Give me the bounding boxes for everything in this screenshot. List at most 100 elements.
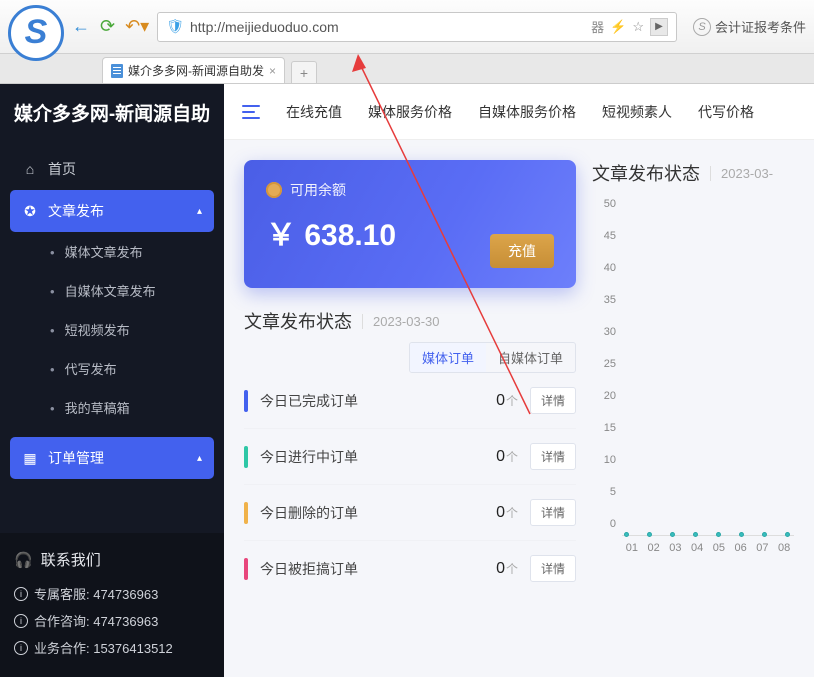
main: 在线充值 媒体服务价格 自媒体服务价格 短视频素人 代写价格 可用余额 ￥ 638.10…: [224, 84, 814, 677]
bolt-icon[interactable]: ⚡: [610, 19, 626, 35]
compass-icon: ✪: [22, 203, 38, 220]
data-point: [647, 532, 652, 537]
right-panel-title-row: 文章发布状态 2023-03-: [592, 160, 794, 186]
detail-button[interactable]: 详情: [530, 443, 576, 470]
shield-icon: 🛡: [166, 18, 184, 35]
y-tick: 0: [610, 518, 616, 530]
recharge-button[interactable]: 充值: [490, 234, 554, 268]
sidebar-subitem[interactable]: 媒体文章发布: [10, 232, 214, 271]
y-tick: 40: [604, 262, 616, 274]
y-tick: 10: [604, 454, 616, 466]
y-tick: 30: [604, 326, 616, 338]
chevron-up-icon: ▴: [197, 206, 202, 217]
status-panel: 文章发布状态 2023-03-30 媒体订单 自媒体订单 今日已完成订单0个详情…: [244, 308, 576, 596]
plot-area: [622, 216, 794, 536]
contact-row: i业务合作: 15376413512: [14, 634, 210, 661]
info-icon: i: [14, 614, 28, 628]
balance-amount: ￥ 638.10: [266, 210, 396, 254]
browser-toolbar: S ← ⟳ ↶▾ 🛡 http://meijieduoduo.com 器 ⚡ ☆…: [0, 0, 814, 54]
nav-buttons: ← ⟳ ↶▾: [72, 16, 149, 37]
balance-label-row: 可用余额: [266, 180, 396, 200]
balance-card: 可用余额 ￥ 638.10 充值: [244, 160, 576, 288]
topnav-item[interactable]: 在线充值: [286, 102, 342, 122]
chart: 05101520253035404550 0102030405060708: [592, 186, 794, 566]
page-icon: [111, 64, 123, 78]
order-row: 今日已完成订单0个详情: [244, 373, 576, 429]
sidebar-item-label: 订单管理: [48, 448, 104, 468]
x-tick: 03: [666, 542, 686, 554]
side-search-text: 会计证报考条件: [715, 17, 806, 36]
url-right-icons: 器 ⚡ ☆ ▶: [591, 17, 668, 36]
tab-media-orders[interactable]: 媒体订单: [410, 343, 486, 372]
x-tick: 07: [753, 542, 773, 554]
y-axis: 05101520253035404550: [592, 216, 620, 536]
undo-icon[interactable]: ↶▾: [125, 16, 149, 37]
order-label: 今日进行中订单: [260, 447, 484, 467]
y-tick: 25: [604, 358, 616, 370]
sidebar-subitem[interactable]: 自媒体文章发布: [10, 271, 214, 310]
sidebar-item-orders[interactable]: ▦ 订单管理 ▴: [10, 437, 214, 479]
right-panel-date: 2023-03-: [710, 166, 773, 181]
order-count: 0个: [496, 504, 518, 522]
status-bar: [244, 558, 248, 580]
sidebar: 媒介多多网-新闻源自助 ⌂ 首页 ✪ 文章发布 ▴ 媒体文章发布自媒体文章发布短…: [0, 84, 224, 677]
order-count: 0个: [496, 448, 518, 466]
coin-icon: [266, 182, 282, 198]
right-column: 文章发布状态 2023-03- 05101520253035404550 010…: [592, 160, 794, 657]
topnav-item[interactable]: 代写价格: [698, 102, 754, 122]
sidebar-item-home[interactable]: ⌂ 首页: [10, 148, 214, 190]
topnav-item[interactable]: 短视频素人: [602, 102, 672, 122]
star-icon[interactable]: ☆: [632, 19, 644, 35]
x-tick: 01: [622, 542, 642, 554]
contact-box: 🎧 联系我们 i专属客服: 474736963i合作咨询: 474736963i…: [0, 533, 224, 677]
order-count: 0个: [496, 560, 518, 578]
info-icon: i: [14, 587, 28, 601]
close-icon[interactable]: ×: [269, 64, 276, 78]
topnav-item[interactable]: 自媒体服务价格: [478, 102, 576, 122]
sidebar-subitem[interactable]: 代写发布: [10, 349, 214, 388]
tab-title: 媒介多多网-新闻源自助发: [128, 62, 264, 79]
chevron-up-icon: ▴: [197, 453, 202, 464]
new-tab-button[interactable]: +: [291, 61, 317, 83]
y-tick: 5: [610, 486, 616, 498]
detail-button[interactable]: 详情: [530, 499, 576, 526]
sidebar-menu: ⌂ 首页 ✪ 文章发布 ▴ 媒体文章发布自媒体文章发布短视频发布代写发布我的草稿…: [0, 140, 224, 533]
tab-strip: 媒介多多网-新闻源自助发 × +: [0, 54, 814, 84]
qr-icon[interactable]: 器: [591, 17, 604, 36]
status-bar: [244, 502, 248, 524]
back-icon[interactable]: ←: [72, 16, 90, 37]
order-row: 今日删除的订单0个详情: [244, 485, 576, 541]
app: 媒介多多网-新闻源自助 ⌂ 首页 ✪ 文章发布 ▴ 媒体文章发布自媒体文章发布短…: [0, 84, 814, 677]
data-point: [716, 532, 721, 537]
side-search[interactable]: S 会计证报考条件: [685, 17, 806, 36]
order-tabs: 媒体订单 自媒体订单: [409, 342, 576, 373]
detail-button[interactable]: 详情: [530, 387, 576, 414]
topnav-item[interactable]: 媒体服务价格: [368, 102, 452, 122]
go-icon[interactable]: ▶: [650, 18, 668, 36]
browser-tab[interactable]: 媒介多多网-新闻源自助发 ×: [102, 57, 285, 83]
address-bar[interactable]: 🛡 http://meijieduoduo.com 器 ⚡ ☆ ▶: [157, 12, 677, 42]
contact-heading: 🎧 联系我们: [14, 549, 210, 570]
refresh-icon[interactable]: ⟳: [100, 16, 115, 37]
y-tick: 50: [604, 198, 616, 210]
contact-title: 联系我们: [41, 549, 101, 570]
sidebar-subitem[interactable]: 我的草稿箱: [10, 388, 214, 427]
left-column: 可用余额 ￥ 638.10 充值 文章发布状态 2023-03-30 媒体订单: [244, 160, 576, 657]
data-line: [624, 532, 790, 537]
tab-selfmedia-orders[interactable]: 自媒体订单: [486, 343, 575, 372]
detail-button[interactable]: 详情: [530, 555, 576, 582]
menu-toggle-icon[interactable]: [242, 105, 260, 119]
data-point: [693, 532, 698, 537]
order-label: 今日已完成订单: [260, 391, 484, 411]
browser-logo: S: [8, 5, 64, 61]
y-tick: 20: [604, 390, 616, 402]
sidebar-subitem[interactable]: 短视频发布: [10, 310, 214, 349]
data-point: [624, 532, 629, 537]
home-icon: ⌂: [22, 161, 38, 177]
data-point: [762, 532, 767, 537]
info-icon: i: [14, 641, 28, 655]
contact-row: i专属客服: 474736963: [14, 580, 210, 607]
sidebar-item-publish[interactable]: ✪ 文章发布 ▴: [10, 190, 214, 232]
panel-title: 文章发布状态: [244, 308, 352, 334]
list-icon: ▦: [22, 450, 38, 467]
